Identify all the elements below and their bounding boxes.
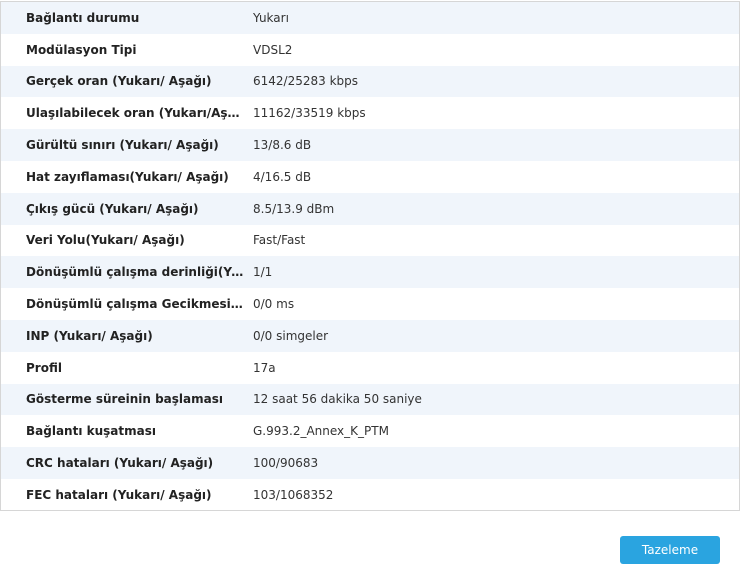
row-label: CRC hataları (Yukarı/ Aşağı) [26,456,214,471]
row-value: 100/90683 [253,456,319,471]
table-row-interleave-depth: Dönüşümlü çalışma derinliği(Yuka... 1/1 [1,256,739,289]
row-label: Veri Yolu(Yukarı/ Aşağı) [26,233,185,248]
table-row-link-encapsulation: Bağlantı kuşatması G.993.2_Annex_K_PTM [1,415,739,447]
table-row-data-path: Veri Yolu(Yukarı/ Aşağı) Fast/Fast [1,225,739,257]
table-row-output-power: Çıkış gücü (Yukarı/ Aşağı) 8.5/13.9 dBm [1,192,739,225]
row-label: FEC hataları (Yukarı/ Aşağı) [26,487,212,502]
table-row-actual-rate: Gerçek oran (Yukarı/ Aşağı) 6142/25283 k… [1,65,739,98]
row-value: 13/8.6 dB [253,138,312,153]
row-value: 4/16.5 dB [253,169,312,184]
table-row-uptime: Gösterme süreinin başlaması 12 saat 56 d… [1,383,739,416]
row-value: 8.5/13.9 dBm [253,201,335,216]
refresh-button[interactable]: Tazeleme [620,536,720,564]
table-row-connection-status: Bağlantı durumu Yukarı [1,2,739,34]
row-label: Çıkış gücü (Yukarı/ Aşağı) [26,201,199,216]
row-label: Ulaşılabilecek oran (Yukarı/Aşağı) [26,106,245,121]
row-value: 12 saat 56 dakika 50 saniye [253,392,422,407]
dsl-status-table: Bağlantı durumu Yukarı Modülasyon Tipi V… [0,1,740,511]
table-row-interleave-delay: Dönüşümlü çalışma Gecikmesi(Yu... 0/0 ms [1,288,739,320]
row-label: Dönüşümlü çalışma Gecikmesi(Yu... [26,297,245,312]
row-value: 17a [253,360,276,375]
row-label: Bağlantı kuşatması [26,424,156,439]
row-label: Modülasyon Tipi [26,42,137,57]
row-label: Gösterme süreinin başlaması [26,392,223,407]
row-value: 0/0 ms [253,297,295,312]
table-row-profile: Profil 17a [1,352,739,384]
table-row-line-attenuation: Hat zayıflaması(Yukarı/ Aşağı) 4/16.5 dB [1,161,739,193]
row-value: 0/0 simgeler [253,328,329,343]
table-row-attainable-rate: Ulaşılabilecek oran (Yukarı/Aşağı) 11162… [1,97,739,129]
row-label: Dönüşümlü çalışma derinliği(Yuka... [26,265,245,280]
table-row-noise-margin: Gürültü sınırı (Yukarı/ Aşağı) 13/8.6 dB [1,129,739,161]
table-row-crc-errors: CRC hataları (Yukarı/ Aşağı) 100/90683 [1,447,739,479]
row-label: Gürültü sınırı (Yukarı/ Aşağı) [26,138,219,153]
row-value: G.993.2_Annex_K_PTM [253,424,389,439]
row-value: 6142/25283 kbps [253,74,359,89]
row-value: 103/1068352 [253,487,334,502]
row-value: 1/1 [253,265,273,280]
table-row-inp: INP (Yukarı/ Aşağı) 0/0 simgeler [1,319,739,352]
table-row-modulation-type: Modülasyon Tipi VDSL2 [1,34,739,66]
row-label: INP (Yukarı/ Aşağı) [26,328,153,343]
row-value: 11162/33519 kbps [253,106,366,121]
row-label: Gerçek oran (Yukarı/ Aşağı) [26,74,212,89]
row-label: Bağlantı durumu [26,10,140,25]
row-value: VDSL2 [253,42,293,57]
table-row-fec-errors: FEC hataları (Yukarı/ Aşağı) 103/1068352 [1,479,739,511]
row-value: Fast/Fast [253,233,306,248]
row-label: Hat zayıflaması(Yukarı/ Aşağı) [26,169,229,184]
row-value: Yukarı [253,10,289,25]
row-label: Profil [26,360,62,375]
